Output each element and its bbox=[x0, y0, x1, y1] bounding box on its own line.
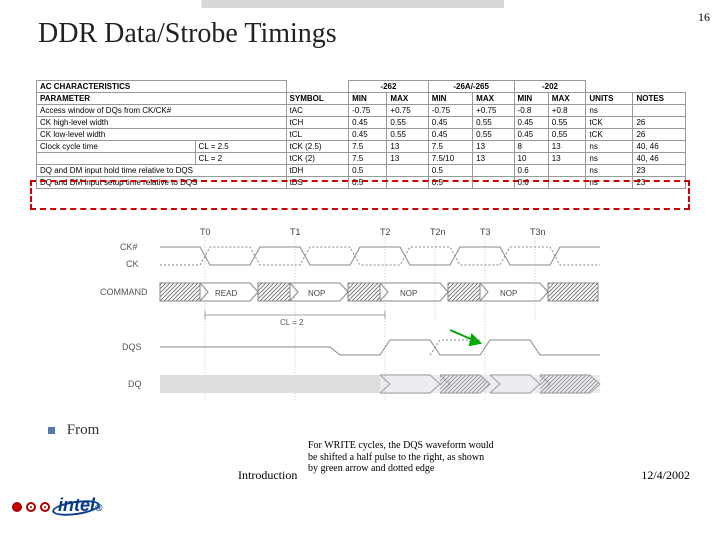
bullet-obscured: ......... ........ bbox=[103, 422, 171, 438]
table-row: Clock cycle time CL = 2.5 tCK (2.5) 7.51… bbox=[37, 141, 686, 153]
h-min3: MIN bbox=[514, 93, 548, 105]
h-min1: MIN bbox=[349, 93, 387, 105]
header-ac: AC CHARACTERISTICS bbox=[37, 81, 287, 93]
svg-text:DQ: DQ bbox=[128, 379, 142, 389]
svg-text:CL = 2: CL = 2 bbox=[280, 318, 304, 327]
h-units: UNITS bbox=[586, 93, 633, 105]
bullet-text: From bbox=[67, 422, 103, 438]
footer-introduction: Introduction bbox=[238, 468, 297, 483]
grade-262: -262 bbox=[349, 81, 429, 93]
grade-26a: -26A/-265 bbox=[428, 81, 514, 93]
page-number: 16 bbox=[698, 10, 710, 25]
svg-text:CK: CK bbox=[126, 259, 139, 269]
h-max1: MAX bbox=[387, 93, 428, 105]
timing-diagram: T0 T1 T2 T2n T3 T3n CK# CK COMMAND READ … bbox=[100, 225, 620, 407]
svg-text:T1: T1 bbox=[290, 227, 301, 237]
svg-text:T3: T3 bbox=[480, 227, 491, 237]
svg-text:CK#: CK# bbox=[120, 242, 138, 252]
svg-text:NOP: NOP bbox=[400, 289, 417, 298]
table-row: DQ and DM input setup time relative to D… bbox=[37, 177, 686, 189]
table-row: CL = 2 tCK (2) 7.513 7.5/1013 1013 ns40,… bbox=[37, 153, 686, 165]
svg-text:NOP: NOP bbox=[500, 289, 517, 298]
svg-text:NOP: NOP bbox=[308, 289, 325, 298]
footer-dots-icon bbox=[12, 502, 50, 512]
write-cycle-note: For WRITE cycles, the DQS waveform would… bbox=[308, 440, 578, 475]
header-param: PARAMETER bbox=[37, 93, 287, 105]
svg-text:DQS: DQS bbox=[122, 342, 142, 352]
h-max2: MAX bbox=[473, 93, 514, 105]
grade-202: -202 bbox=[514, 81, 586, 93]
h-min2: MIN bbox=[428, 93, 472, 105]
svg-text:T2: T2 bbox=[380, 227, 391, 237]
h-max3: MAX bbox=[548, 93, 586, 105]
t0-label: T0 bbox=[200, 227, 211, 237]
table-row: DQ and DM input hold time relative to DQ… bbox=[37, 165, 686, 177]
slide-title: DDR Data/Strobe Timings bbox=[38, 18, 337, 50]
table-row: CK low-level width tCL 0.450.55 0.450.55… bbox=[37, 129, 686, 141]
table-row: Access window of DQs from CK/CK# tAC -0.… bbox=[37, 105, 686, 117]
h-notes: NOTES bbox=[633, 93, 686, 105]
footer-date: 12/4/2002 bbox=[641, 468, 690, 483]
header-symbol: SYMBOL bbox=[286, 93, 349, 105]
table-row: CK high-level width tCH 0.450.55 0.450.5… bbox=[37, 117, 686, 129]
ac-characteristics-table: AC CHARACTERISTICS -262 -26A/-265 -202 P… bbox=[36, 80, 686, 189]
svg-text:READ: READ bbox=[215, 289, 237, 298]
intel-logo: intel® bbox=[58, 495, 102, 516]
svg-text:T3n: T3n bbox=[530, 227, 546, 237]
svg-text:T2n: T2n bbox=[430, 227, 446, 237]
svg-text:COMMAND: COMMAND bbox=[100, 287, 148, 297]
bullet-from: From ......... ........ bbox=[48, 422, 171, 439]
bullet-icon bbox=[48, 427, 55, 434]
top-accent-bar bbox=[0, 0, 720, 8]
